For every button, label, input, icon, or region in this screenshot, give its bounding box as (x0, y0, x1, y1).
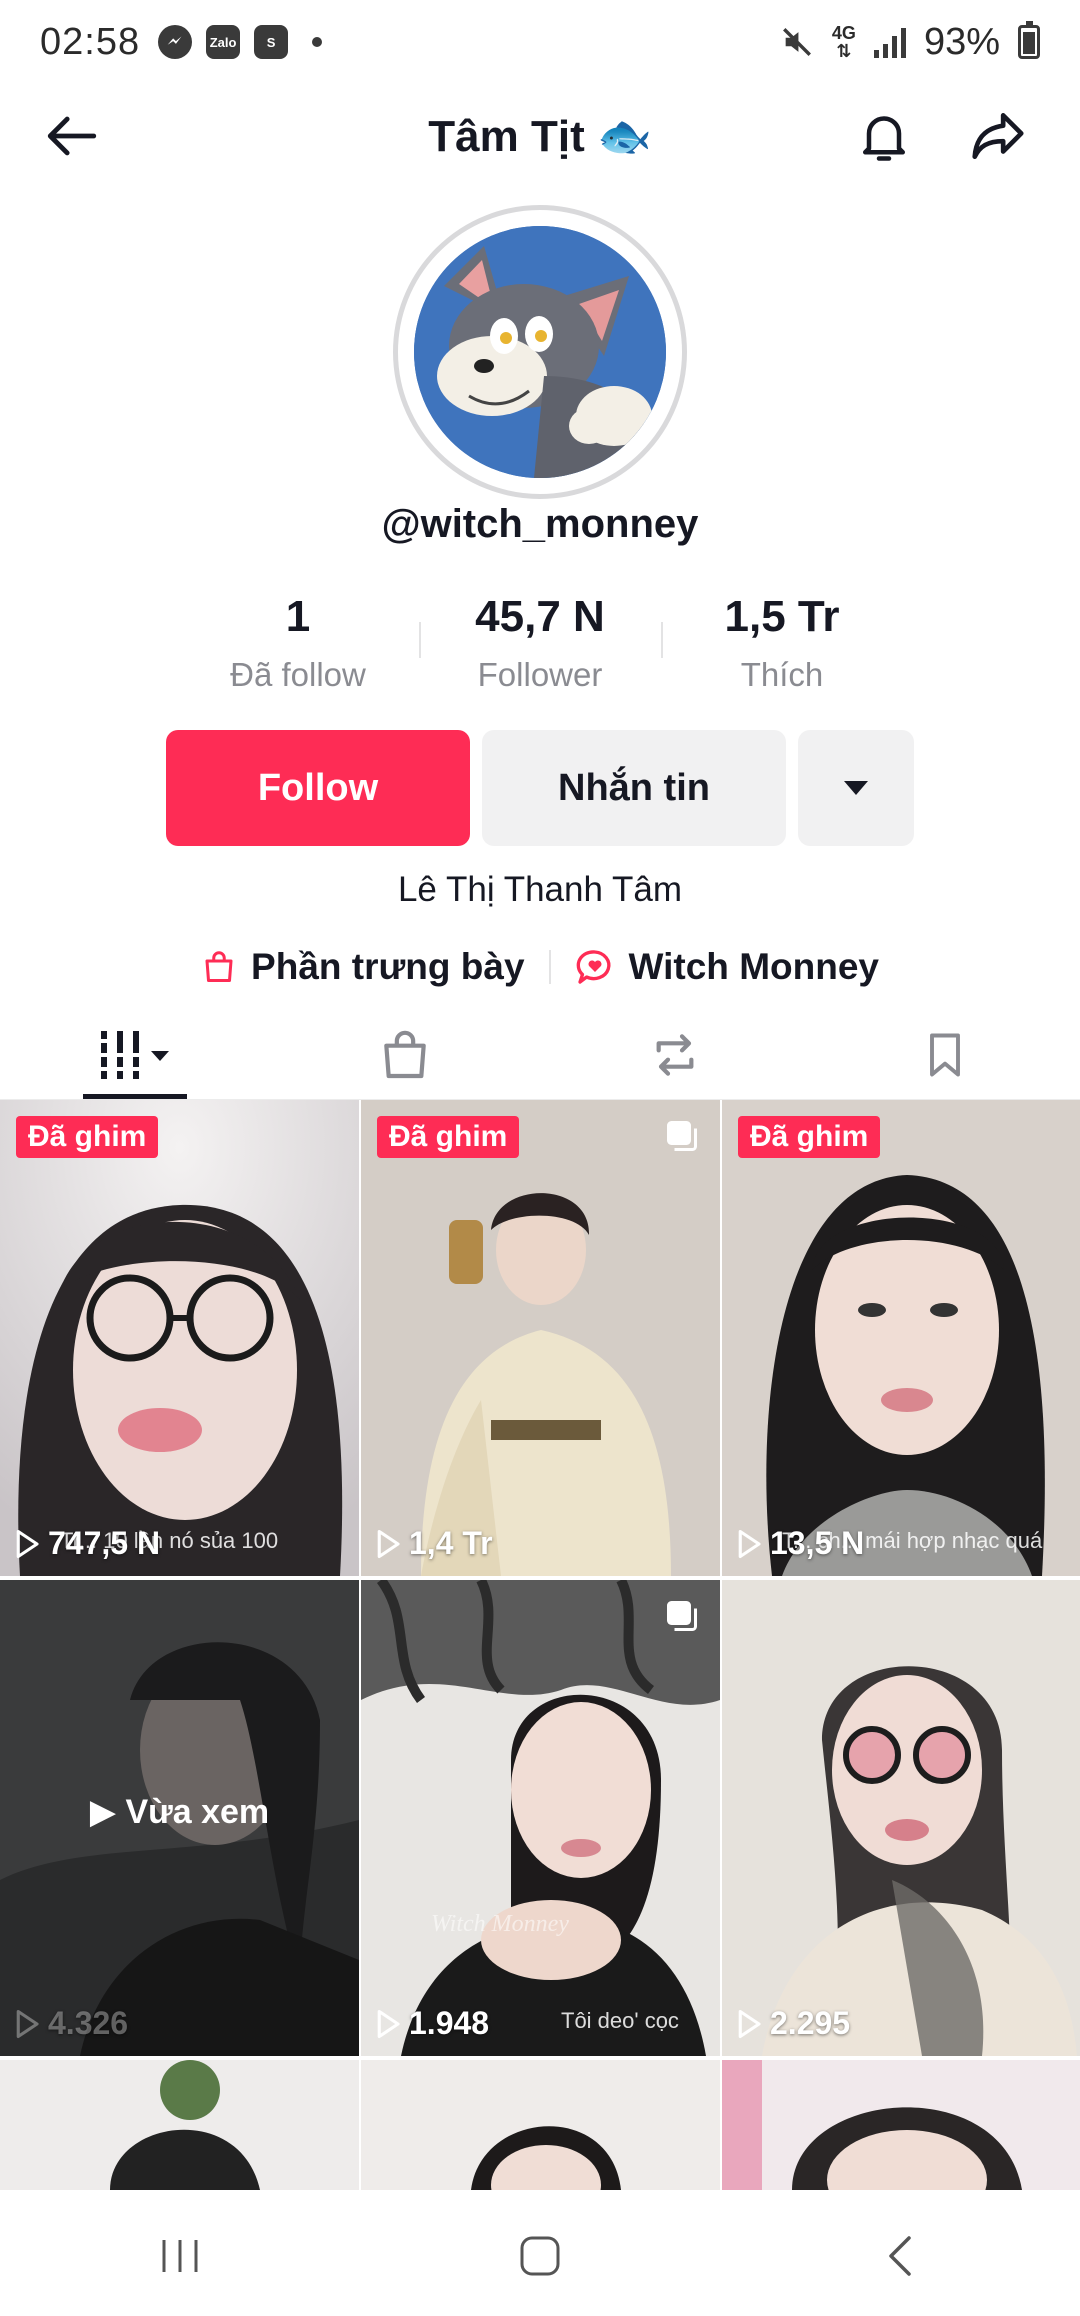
stat-value: 1 (285, 592, 311, 641)
linked-account-link[interactable]: Witch Monney (575, 946, 879, 988)
video-caption: Tôi deo' cọc (561, 2008, 679, 2033)
shopee-icon: S (254, 25, 289, 59)
status-bar: 02:58 Zalo S 4G ⇅ 93% (0, 0, 1080, 84)
watermark-text: Witch Monney (431, 1911, 569, 1937)
avatar (414, 226, 666, 478)
video-thumbnail[interactable]: ▶ Vừa xem 4.326 (0, 1580, 359, 2056)
tab-favorites[interactable] (810, 1010, 1080, 1099)
page-title: Tâm Tịt 🐟 (428, 112, 652, 161)
bio-text: Lê Thị Thanh Tâm (397, 870, 683, 909)
portrait-photo-thumbnail (0, 1100, 359, 1576)
linked-account-label: Witch Monney (628, 946, 879, 987)
system-navigation-bar (0, 2196, 1080, 2316)
portrait-photo-thumbnail (361, 2060, 720, 2190)
mute-icon (782, 28, 811, 56)
showcase-link[interactable]: Phần trưng bày (201, 946, 525, 988)
chat-heart-icon (576, 950, 611, 984)
video-thumbnail[interactable]: Đã ghim Tr... 10 lần nó sủa 100 747,5 N (0, 1100, 359, 1576)
avatar-ring[interactable] (393, 205, 687, 499)
stat-label: Follower (477, 656, 603, 693)
video-thumbnail[interactable]: 2.295 (722, 1580, 1080, 2056)
photo-carousel-icon (667, 1601, 697, 1631)
caret-down-icon (844, 781, 868, 795)
stat-value: 45,7 N (475, 592, 605, 641)
recent-apps-button[interactable] (140, 2216, 220, 2296)
play-icon (16, 1529, 39, 1558)
grid-icon (97, 1030, 169, 1079)
play-icon (16, 2009, 39, 2038)
stat-label: Thích (740, 656, 824, 693)
message-button[interactable]: Nhắn tin (482, 730, 786, 846)
view-count: 13,5 N (736, 1525, 864, 1562)
video-thumbnail[interactable] (0, 2060, 359, 2190)
shopping-bag-icon (205, 951, 233, 982)
profile-header: Tâm Tịt 🐟 (0, 96, 1080, 176)
zalo-icon: Zalo (206, 25, 241, 59)
portrait-photo-thumbnail (0, 2060, 359, 2190)
portrait-with-glasses-photo-thumbnail (722, 1580, 1080, 2056)
battery-percent: 93% (923, 20, 1000, 63)
tab-shop[interactable] (270, 1010, 540, 1099)
view-count: 1,4 Tr (375, 1525, 493, 1562)
notification-dot-icon (312, 37, 323, 47)
tab-reposts[interactable] (540, 1010, 810, 1099)
view-count: 2.295 (736, 2005, 850, 2042)
home-button[interactable] (500, 2216, 580, 2296)
bookmark-icon (930, 1033, 960, 1076)
play-icon (738, 2009, 761, 2038)
video-thumbnail[interactable] (361, 2060, 720, 2190)
signal-icon (873, 26, 906, 58)
mirror-selfie-photo-thumbnail (361, 1100, 720, 1576)
pinned-badge: Đã ghim (377, 1116, 520, 1158)
video-grid: Đã ghim Tr... 10 lần nó sủa 100 747,5 N … (0, 1100, 1080, 2190)
suggested-accounts-button[interactable] (798, 730, 914, 846)
share-arrow-icon (972, 113, 1024, 159)
profile-tabs (0, 1010, 1080, 1100)
video-thumbnail[interactable]: Đã ghim T... ch... mái hợp nhạc quá 13,5… (722, 1100, 1080, 1576)
video-thumbnail[interactable]: Đã ghim 1,4 Tr (361, 1100, 720, 1576)
view-count: 1.948 (375, 2005, 489, 2042)
play-icon (738, 1529, 761, 1558)
bag-icon (384, 1030, 426, 1078)
system-back-button[interactable] (860, 2216, 940, 2296)
pinned-badge: Đã ghim (16, 1116, 159, 1158)
play-icon (377, 2009, 400, 2038)
divider (548, 950, 551, 984)
home-icon (520, 2236, 560, 2276)
chevron-left-icon (889, 2236, 911, 2276)
repost-icon (656, 1033, 694, 1076)
view-count: 747,5 N (14, 1525, 160, 1562)
notification-button[interactable] (852, 104, 916, 168)
play-icon (377, 1529, 400, 1558)
cat-cartoon-avatar-image (414, 226, 666, 478)
tab-videos[interactable] (0, 1010, 270, 1099)
portrait-photo-thumbnail (722, 1100, 1080, 1576)
profile-actions: Follow Nhắn tin (0, 730, 1080, 846)
battery-icon (1018, 21, 1040, 59)
bell-icon (863, 116, 905, 161)
follow-button[interactable]: Follow (166, 730, 470, 846)
clock: 02:58 (40, 20, 141, 63)
stat-value: 1,5 Tr (724, 592, 840, 641)
stat-following[interactable]: 1 Đã follow (177, 592, 419, 694)
showcase-link-label: Phần trưng bày (251, 946, 525, 987)
messenger-icon (158, 25, 193, 59)
network-type: 4G ⇅ (831, 23, 856, 61)
share-button[interactable] (966, 104, 1030, 168)
pinned-badge: Đã ghim (738, 1116, 881, 1158)
view-count: 4.326 (14, 2005, 128, 2042)
profile-links: Phần trưng bày Witch Monney (0, 946, 1080, 988)
stat-followers[interactable]: 45,7 N Follower (419, 592, 661, 694)
video-thumbnail[interactable]: Witch Monney Tôi deo' cọc 1.948 (361, 1580, 720, 2056)
portrait-photo-thumbnail (361, 1580, 720, 2056)
stat-label: Đã follow (230, 656, 366, 693)
video-thumbnail[interactable] (722, 2060, 1080, 2190)
photo-carousel-icon (667, 1121, 697, 1151)
stat-likes[interactable]: 1,5 Tr Thích (661, 592, 903, 694)
recent-apps-icon (162, 2240, 198, 2272)
username: @witch_monney (381, 502, 699, 546)
recently-watched-label: ▶ Vừa xem (89, 1793, 270, 1831)
portrait-photo-thumbnail (722, 2060, 1080, 2190)
profile-stats: 1 Đã follow 45,7 N Follower 1,5 Tr Thích (0, 592, 1080, 694)
